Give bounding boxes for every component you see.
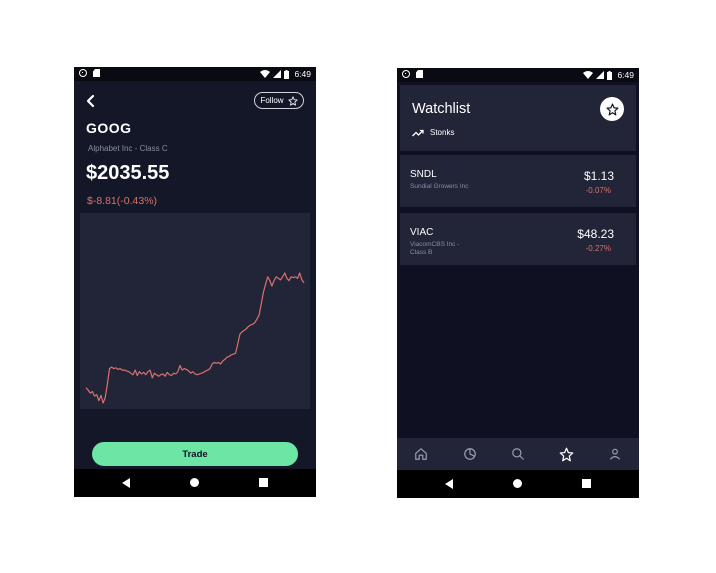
row-change: -0.27% bbox=[585, 244, 611, 253]
price-chart[interactable] bbox=[80, 213, 310, 409]
sd-card-icon bbox=[93, 69, 100, 77]
wifi-icon bbox=[260, 70, 271, 78]
nav-recents-icon[interactable] bbox=[582, 479, 591, 488]
trade-button[interactable]: Trade bbox=[92, 442, 298, 466]
nav-recents-icon[interactable] bbox=[259, 478, 268, 487]
company-name: Alphabet Inc - Class C bbox=[88, 144, 168, 153]
price-series-line bbox=[85, 272, 305, 404]
nav-home-icon[interactable] bbox=[190, 478, 199, 487]
wifi-icon bbox=[583, 71, 594, 79]
star-outline-icon bbox=[605, 102, 619, 116]
star-icon bbox=[559, 447, 574, 461]
battery-icon bbox=[284, 69, 290, 79]
watchlist-screen: 6:49 Watchlist Stonks SNDL Sundial Growe… bbox=[397, 68, 639, 498]
chevron-left-icon bbox=[86, 94, 95, 108]
follow-label: Follow bbox=[260, 96, 284, 105]
watchlist-header: Watchlist Stonks bbox=[400, 85, 636, 151]
row-price: $1.13 bbox=[583, 169, 614, 183]
stock-detail-screen: 6:49 Follow GOOG Alphabet Inc - Class C … bbox=[74, 67, 316, 497]
status-bar: 6:49 bbox=[397, 68, 639, 82]
nav-back-icon[interactable] bbox=[122, 478, 130, 488]
notification-icon bbox=[402, 70, 410, 78]
row-company: Sundial Growers Inc bbox=[410, 183, 469, 190]
nav-back-icon[interactable] bbox=[445, 479, 453, 489]
pie-chart-icon bbox=[463, 448, 476, 460]
page-title: Watchlist bbox=[412, 101, 471, 117]
row-change: -0.07% bbox=[585, 186, 611, 195]
status-time: 6:49 bbox=[294, 69, 311, 79]
row-company: ViacomCBS Inc - Class B bbox=[410, 241, 460, 256]
home-icon bbox=[415, 448, 428, 460]
status-bar: 6:49 bbox=[74, 67, 316, 81]
stock-ticker: GOOG bbox=[86, 120, 132, 136]
nav-home-icon[interactable] bbox=[513, 479, 522, 488]
watchlist-subtitle[interactable]: Stonks bbox=[412, 128, 454, 137]
price-chart-svg bbox=[85, 272, 305, 404]
star-outline-icon bbox=[287, 95, 298, 106]
sd-card-icon bbox=[416, 70, 423, 78]
notification-icon bbox=[79, 69, 87, 77]
price-change: $-8.81(-0.43%) bbox=[87, 195, 158, 207]
trending-up-icon bbox=[412, 129, 424, 136]
signal-icon bbox=[273, 70, 282, 78]
watchlist-name: Stonks bbox=[430, 128, 455, 137]
watchlist-row-viac[interactable]: VIAC ViacomCBS Inc - Class B $48.23 -0.2… bbox=[400, 213, 636, 265]
android-nav-bar bbox=[74, 469, 316, 497]
watchlist-row-sndl[interactable]: SNDL Sundial Growers Inc $1.13 -0.07% bbox=[400, 155, 636, 207]
tab-portfolio[interactable] bbox=[458, 442, 482, 466]
tab-watchlist[interactable] bbox=[554, 442, 578, 466]
tab-home[interactable] bbox=[409, 442, 433, 466]
signal-icon bbox=[596, 71, 605, 79]
android-nav-bar bbox=[397, 470, 639, 498]
row-price: $48.23 bbox=[577, 227, 614, 241]
profile-icon bbox=[609, 448, 620, 460]
tab-profile[interactable] bbox=[603, 442, 627, 466]
battery-icon bbox=[607, 70, 613, 80]
back-button[interactable] bbox=[85, 94, 97, 108]
favorite-button[interactable] bbox=[600, 97, 624, 121]
status-time: 6:49 bbox=[617, 70, 634, 80]
row-symbol: VIAC bbox=[410, 227, 434, 238]
follow-button[interactable]: Follow bbox=[254, 92, 304, 109]
bottom-tab-bar bbox=[397, 438, 639, 470]
tab-search[interactable] bbox=[506, 442, 530, 466]
stock-price: $2035.55 bbox=[86, 162, 170, 184]
row-symbol: SNDL bbox=[410, 169, 437, 180]
search-icon bbox=[512, 448, 524, 460]
